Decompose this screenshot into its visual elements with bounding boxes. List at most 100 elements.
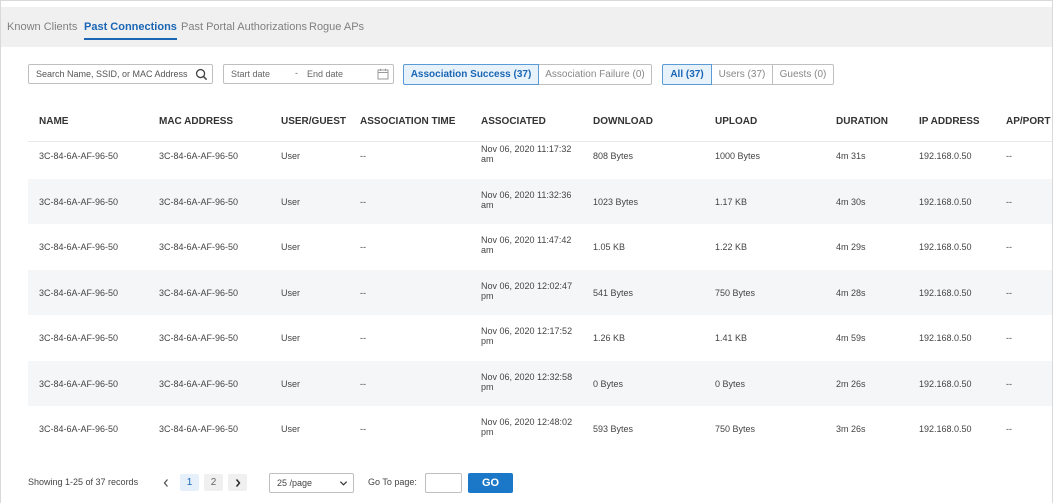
goto-label: Go To page:: [368, 477, 417, 487]
column-header-name[interactable]: NAME: [39, 116, 68, 127]
chevron-down-icon: [339, 481, 348, 486]
cell-ip-address: 192.168.0.50: [919, 197, 972, 207]
cell-association-time: --: [360, 333, 366, 343]
cell-associated: Nov 06, 2020 11:47:42 am: [481, 235, 572, 255]
column-header-user-guest[interactable]: USER/GUEST: [281, 116, 346, 127]
tab-bar: Known Clients Past Connections Past Port…: [1, 7, 1052, 47]
column-header-association-time[interactable]: ASSOCIATION TIME: [360, 116, 455, 127]
per-page-select[interactable]: 25 /page: [269, 473, 354, 493]
cell-associated: Nov 06, 2020 11:32:36 am: [481, 190, 572, 210]
table-row[interactable]: 3C-84-6A-AF-96-50 3C-84-6A-AF-96-50 User…: [28, 179, 1052, 224]
cell-duration: 3m 26s: [836, 424, 866, 434]
goto-page-input[interactable]: [425, 473, 462, 493]
cell-name: 3C-84-6A-AF-96-50: [39, 379, 119, 389]
cell-download: 541 Bytes: [593, 288, 634, 298]
page-2-button[interactable]: 2: [204, 474, 223, 491]
page-1-button[interactable]: 1: [180, 474, 199, 491]
tab-past-connections[interactable]: Past Connections: [84, 21, 177, 40]
cell-ap-port: --: [1006, 242, 1012, 252]
search-placeholder: Search Name, SSID, or MAC Address: [36, 69, 188, 79]
end-date-field[interactable]: End date: [307, 69, 343, 79]
column-header-ap-port[interactable]: AP/PORT: [1006, 116, 1050, 127]
cell-association-time: --: [360, 379, 366, 389]
cell-mac-address: 3C-84-6A-AF-96-50: [159, 197, 239, 207]
association-failure-toggle[interactable]: Association Failure (0): [538, 64, 652, 85]
cell-user-guest: User: [281, 288, 301, 298]
cell-user-guest: User: [281, 197, 301, 207]
date-separator: -: [295, 68, 298, 78]
cell-download: 808 Bytes: [593, 151, 634, 161]
column-header-ip-address[interactable]: IP ADDRESS: [919, 116, 980, 127]
cell-user-guest: User: [281, 424, 301, 434]
table-row[interactable]: 3C-84-6A-AF-96-50 3C-84-6A-AF-96-50 User…: [28, 133, 1052, 178]
table-row[interactable]: 3C-84-6A-AF-96-50 3C-84-6A-AF-96-50 User…: [28, 315, 1052, 360]
past-connections-panel: Known Clients Past Connections Past Port…: [0, 0, 1053, 503]
cell-name: 3C-84-6A-AF-96-50: [39, 151, 119, 161]
cell-name: 3C-84-6A-AF-96-50: [39, 197, 119, 207]
cell-upload: 1000 Bytes: [715, 151, 761, 161]
cell-user-guest: User: [281, 242, 301, 252]
table-row[interactable]: 3C-84-6A-AF-96-50 3C-84-6A-AF-96-50 User…: [28, 406, 1052, 451]
cell-download: 1.26 KB: [593, 333, 626, 343]
chevron-left-icon: [163, 478, 168, 487]
main-content: Search Name, SSID, or MAC Address Start …: [1, 47, 1052, 503]
association-success-toggle[interactable]: Association Success (37): [403, 64, 539, 85]
chevron-right-icon: [235, 478, 240, 487]
column-header-download[interactable]: DOWNLOAD: [593, 116, 653, 127]
cell-mac-address: 3C-84-6A-AF-96-50: [159, 242, 239, 252]
filter-guests-toggle[interactable]: Guests (0): [772, 64, 834, 85]
cell-upload: 1.41 KB: [715, 333, 748, 343]
search-icon[interactable]: [195, 68, 208, 81]
cell-name: 3C-84-6A-AF-96-50: [39, 333, 119, 343]
cell-download: 1023 Bytes: [593, 197, 639, 207]
go-button[interactable]: GO: [468, 473, 513, 493]
cell-association-time: --: [360, 151, 366, 161]
column-header-duration[interactable]: DURATION: [836, 116, 888, 127]
tab-rogue-aps[interactable]: Rogue APs: [309, 21, 364, 33]
cell-association-time: --: [360, 424, 366, 434]
search-input[interactable]: Search Name, SSID, or MAC Address: [28, 64, 213, 84]
date-range-picker[interactable]: Start date - End date: [223, 64, 394, 84]
cell-ip-address: 192.168.0.50: [919, 288, 972, 298]
table-row[interactable]: 3C-84-6A-AF-96-50 3C-84-6A-AF-96-50 User…: [28, 361, 1052, 406]
cell-upload: 750 Bytes: [715, 424, 756, 434]
cell-ap-port: --: [1006, 424, 1012, 434]
cell-associated: Nov 06, 2020 12:02:47 pm: [481, 281, 573, 301]
cell-duration: 4m 31s: [836, 151, 866, 161]
cell-association-time: --: [360, 288, 366, 298]
filter-users-toggle[interactable]: Users (37): [711, 64, 773, 85]
cell-association-time: --: [360, 197, 366, 207]
cell-ip-address: 192.168.0.50: [919, 424, 972, 434]
start-date-field[interactable]: Start date: [231, 69, 270, 79]
filter-all-toggle[interactable]: All (37): [662, 64, 712, 85]
cell-ap-port: --: [1006, 151, 1012, 161]
cell-duration: 4m 29s: [836, 242, 866, 252]
cell-duration: 4m 30s: [836, 197, 866, 207]
cell-mac-address: 3C-84-6A-AF-96-50: [159, 424, 239, 434]
table-row[interactable]: 3C-84-6A-AF-96-50 3C-84-6A-AF-96-50 User…: [28, 224, 1052, 269]
cell-user-guest: User: [281, 379, 301, 389]
pagination-bar: Showing 1-25 of 37 records 1 2 25 /page …: [1, 455, 1052, 503]
cell-download: 0 Bytes: [593, 379, 624, 389]
cell-mac-address: 3C-84-6A-AF-96-50: [159, 151, 239, 161]
cell-upload: 1.17 KB: [715, 197, 748, 207]
cell-download: 593 Bytes: [593, 424, 634, 434]
column-header-mac-address[interactable]: MAC ADDRESS: [159, 116, 233, 127]
cell-name: 3C-84-6A-AF-96-50: [39, 242, 119, 252]
next-page-button[interactable]: [228, 474, 247, 491]
cell-ip-address: 192.168.0.50: [919, 379, 972, 389]
cell-ip-address: 192.168.0.50: [919, 333, 972, 343]
cell-name: 3C-84-6A-AF-96-50: [39, 288, 119, 298]
tab-known-clients[interactable]: Known Clients: [7, 21, 77, 33]
cell-mac-address: 3C-84-6A-AF-96-50: [159, 333, 239, 343]
prev-page-button[interactable]: [156, 474, 175, 491]
cell-ip-address: 192.168.0.50: [919, 151, 972, 161]
cell-associated: Nov 06, 2020 12:48:02 pm: [481, 417, 573, 437]
column-header-upload[interactable]: UPLOAD: [715, 116, 757, 127]
records-summary: Showing 1-25 of 37 records: [28, 477, 139, 487]
cell-duration: 4m 59s: [836, 333, 866, 343]
column-header-associated[interactable]: ASSOCIATED: [481, 116, 546, 127]
table-row[interactable]: 3C-84-6A-AF-96-50 3C-84-6A-AF-96-50 User…: [28, 270, 1052, 315]
tab-past-portal-authorizations[interactable]: Past Portal Authorizations: [181, 21, 307, 33]
cell-ap-port: --: [1006, 288, 1012, 298]
